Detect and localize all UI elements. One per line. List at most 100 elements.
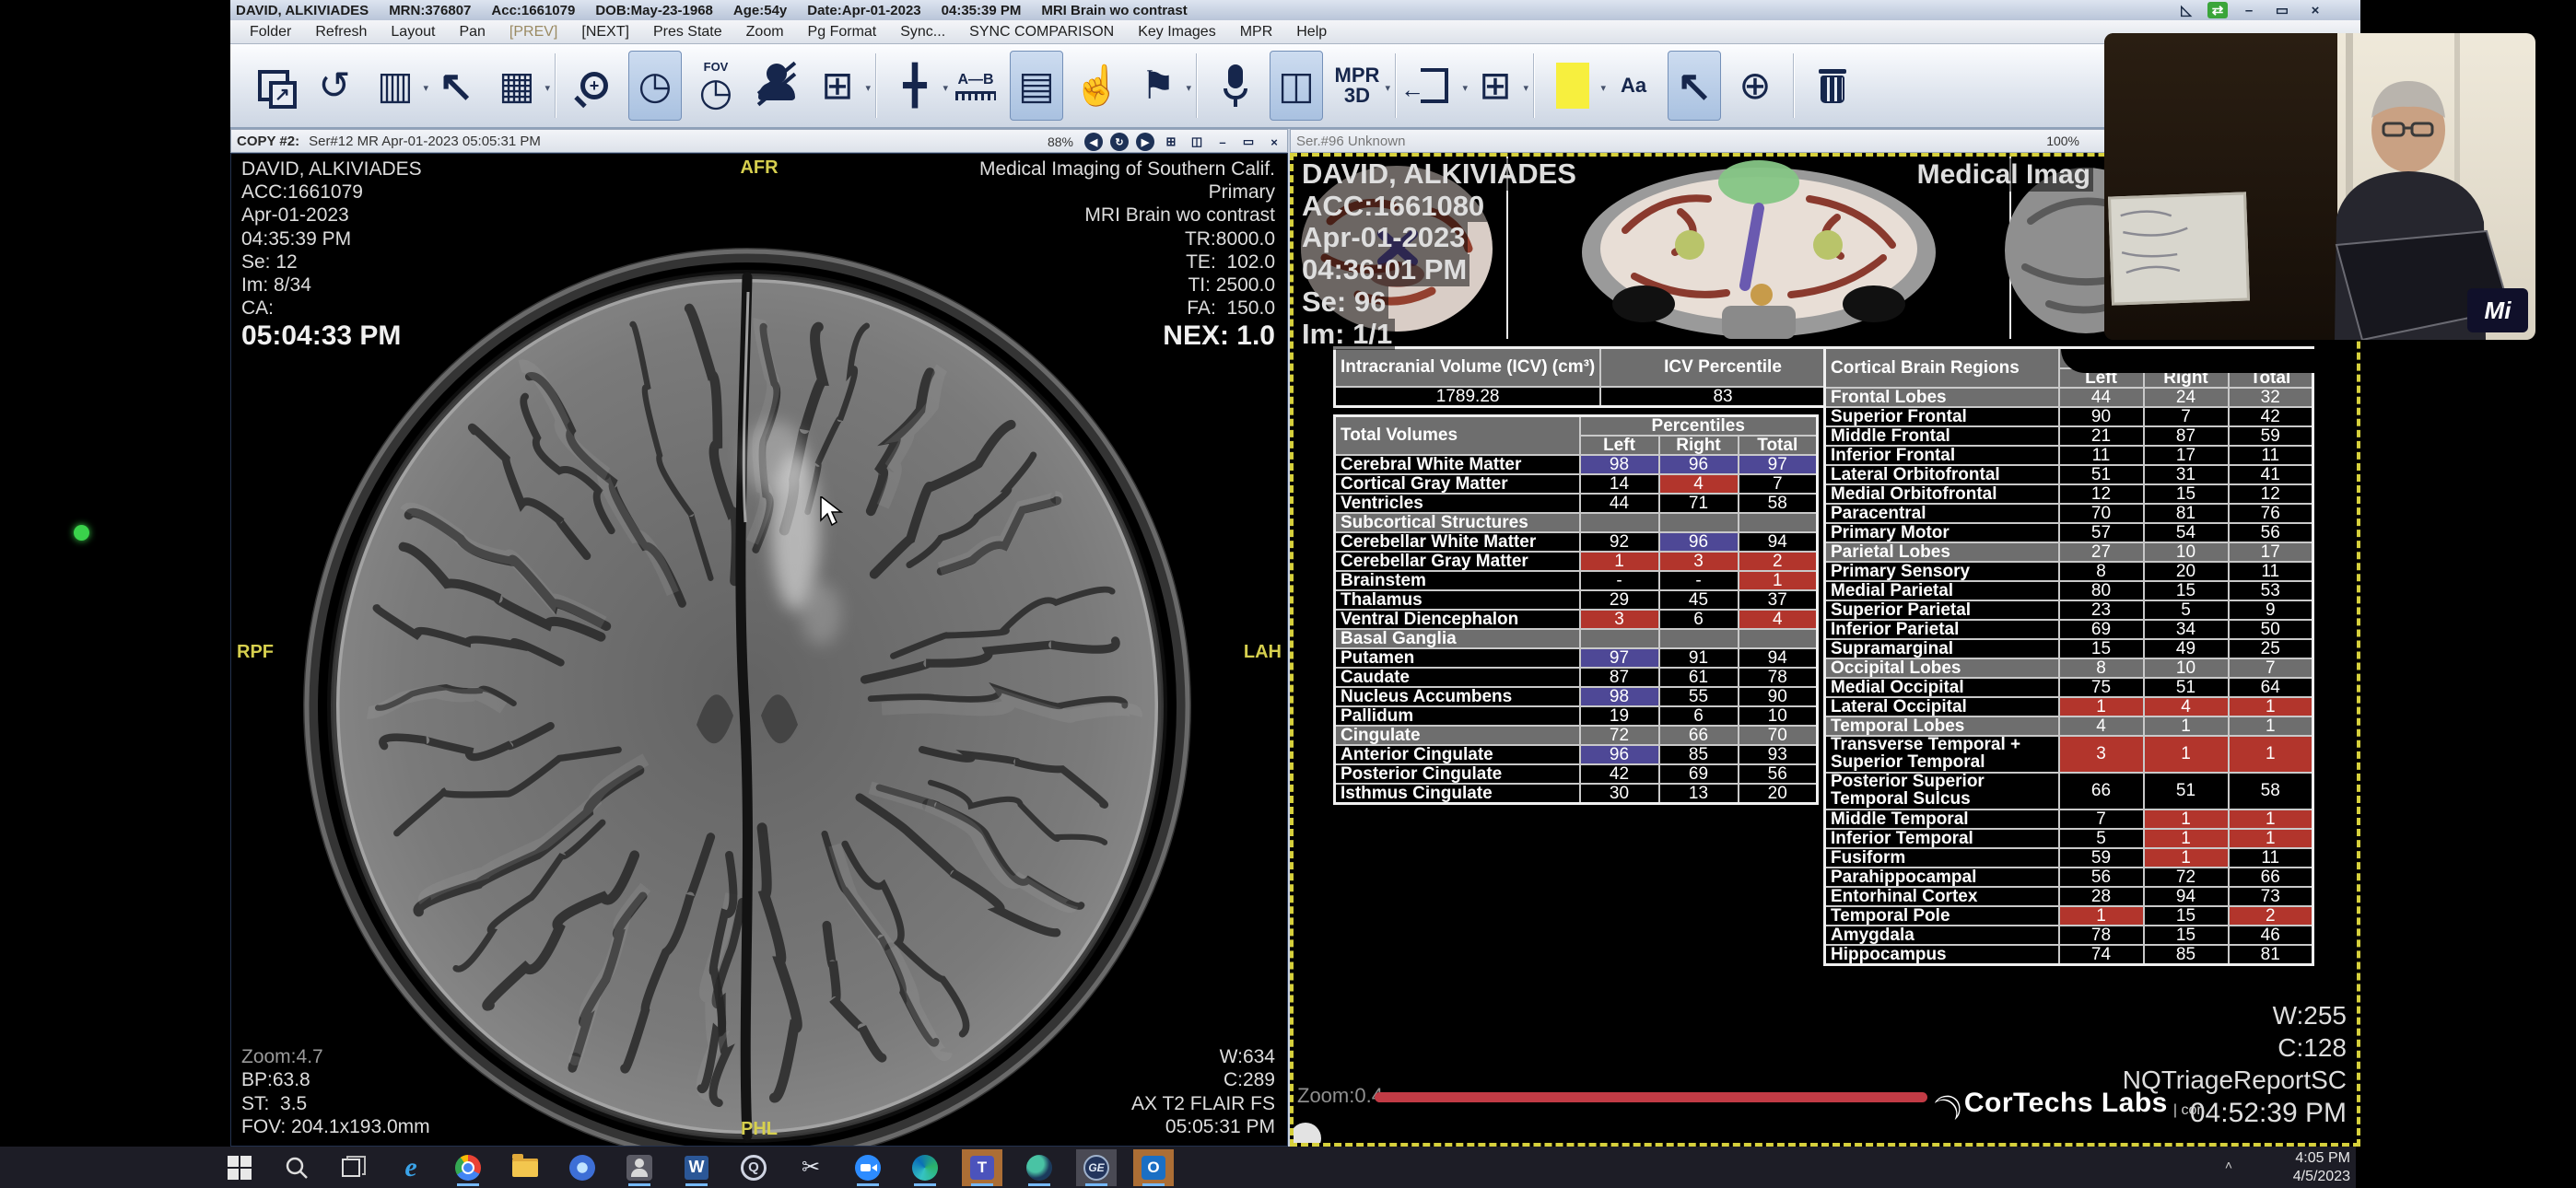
dropdown-caret-icon[interactable]: ▾	[1600, 82, 1606, 94]
report-panel-icon[interactable]: ▤	[1010, 51, 1063, 121]
vp-maximize-button[interactable]: ▭	[1239, 133, 1258, 151]
quicktime-icon[interactable]: Q	[733, 1149, 774, 1186]
contacts-app-icon[interactable]	[619, 1149, 660, 1186]
slider-handle[interactable]	[1290, 1123, 1321, 1147]
dropdown-caret-icon[interactable]: ▾	[1186, 82, 1191, 94]
hanging-protocol-icon[interactable]: ⊞▾	[811, 51, 864, 121]
percentile-cell: 96	[1659, 532, 1739, 552]
series-layout-icon[interactable]: ▦▾	[490, 51, 544, 121]
dropdown-caret-icon[interactable]: ▾	[423, 82, 428, 94]
highlight-color-swatch[interactable]: ▾	[1546, 51, 1599, 121]
layout-columns-icon[interactable]: ▥▾	[369, 51, 422, 121]
percentile-cell: 17	[2144, 446, 2229, 465]
taskbar-clock[interactable]: 4:05 PM 4/5/2023	[2293, 1149, 2350, 1186]
viewport-copy-label: COPY #2:	[237, 134, 299, 149]
bookmark-icon[interactable]: ⚑▾	[1131, 51, 1185, 121]
hanging-protocol-icon: ⊞	[821, 66, 853, 105]
text-annotation-icon[interactable]: Aa	[1607, 51, 1660, 121]
rotate-layout-icon[interactable]: ⊞▾	[1469, 51, 1522, 121]
approve-icon[interactable]: ☝	[1071, 51, 1124, 121]
zoom-tool-icon[interactable]: +	[568, 51, 621, 121]
minimize-button[interactable]: –	[2237, 2, 2261, 18]
mri-image-area[interactable]: DAVID, ALKIVIADESACC:1661079Apr-01-20230…	[230, 153, 1288, 1147]
file-explorer-icon[interactable]	[505, 1149, 545, 1186]
search-icon[interactable]	[276, 1149, 317, 1186]
popout-icon[interactable]: ◫	[1188, 133, 1206, 151]
menu-item-zoom[interactable]: Zoom	[734, 24, 796, 41]
arrow-annotation-icon[interactable]: ↖	[1668, 51, 1721, 121]
toolbar-separator	[555, 53, 556, 118]
axes-icon[interactable]: ╋▾	[888, 51, 942, 121]
table-row: Putamen979194	[1335, 648, 1818, 668]
dropdown-caret-icon[interactable]: ▾	[865, 82, 871, 94]
menu-item-synccomparison[interactable]: SYNC COMPARISON	[957, 24, 1126, 41]
dropdown-caret-icon[interactable]: ▾	[544, 82, 550, 94]
task-view-icon[interactable]	[334, 1149, 374, 1186]
annotation-tool-icon[interactable]: ◺	[2174, 2, 2198, 18]
dropdown-caret-icon[interactable]: ▾	[1385, 82, 1390, 94]
delete-icon[interactable]	[1806, 51, 1859, 121]
next-image-button[interactable]: ▶	[1136, 133, 1154, 151]
ellipse-annotation-icon[interactable]: ⊕	[1728, 51, 1782, 121]
pacs-app-icon[interactable]: GE	[1076, 1149, 1117, 1186]
menu-item-sync[interactable]: Sync...	[888, 24, 957, 41]
left-viewport-header[interactable]: COPY #2: Ser#12 MR Apr-01-2023 05:05:31 …	[230, 129, 1288, 153]
tile-layout-icon[interactable]: ⊞	[1162, 133, 1180, 151]
zoom-app-icon[interactable]	[848, 1149, 888, 1186]
snipping-tool-icon[interactable]: ✂	[790, 1149, 831, 1186]
start-button[interactable]	[219, 1149, 260, 1186]
outlook-icon[interactable]: O	[1133, 1149, 1174, 1186]
menu-item-mpr[interactable]: MPR	[1228, 24, 1285, 41]
swap-image-icon[interactable]: ↗	[247, 51, 300, 121]
progress-bar[interactable]	[1375, 1092, 1927, 1102]
dictation-mic-icon[interactable]	[1209, 51, 1262, 121]
compare-panels-icon[interactable]: ◫	[1270, 51, 1323, 121]
edge-icon[interactable]	[905, 1149, 945, 1186]
hide-patient-info-icon[interactable]	[750, 51, 803, 121]
table-row: Primary Motor575456	[1825, 523, 2313, 542]
close-button[interactable]: ×	[2303, 2, 2327, 18]
percentile-cell: 44	[1580, 494, 1659, 513]
menu-item-folder[interactable]: Folder	[238, 24, 303, 41]
compare-panels-icon: ◫	[1278, 66, 1315, 105]
cine-clock-icon[interactable]: ◷	[628, 51, 682, 121]
word-icon[interactable]: W	[676, 1149, 717, 1186]
export-icon[interactable]: ←▾	[1408, 51, 1461, 121]
teams-icon[interactable]: T	[962, 1149, 1002, 1186]
dropdown-caret-icon[interactable]: ▾	[943, 82, 948, 94]
menu-item-keyimages[interactable]: Key Images	[1126, 24, 1227, 41]
tray-chevron-icon[interactable]: ˄	[2225, 1158, 2232, 1172]
mpr-3d-button[interactable]: MPR3D▾	[1330, 51, 1384, 121]
menu-item-refresh[interactable]: Refresh	[303, 24, 379, 41]
vp-minimize-button[interactable]: –	[1213, 133, 1232, 151]
dropdown-caret-icon[interactable]: ▾	[1462, 82, 1468, 94]
menu-item-presstate[interactable]: Pres State	[641, 24, 734, 41]
menu-item-help[interactable]: Help	[1284, 24, 1339, 41]
sync-icon[interactable]: ⇄	[2207, 2, 2228, 18]
overlay-line: W:255	[2270, 999, 2349, 1031]
vp-close-button[interactable]: ×	[1265, 133, 1283, 151]
menu-item-layout[interactable]: Layout	[379, 24, 447, 41]
internet-explorer-icon[interactable]: e	[391, 1149, 431, 1186]
dropdown-caret-icon[interactable]: ▾	[1523, 82, 1528, 94]
percentile-cell: 59	[2059, 848, 2144, 868]
sync-series-button[interactable]: ↻	[1110, 133, 1129, 151]
prev-image-button[interactable]: ◀	[1084, 133, 1103, 151]
facility-name: Medical Imag	[1914, 158, 2093, 192]
overlay-line: Im: 1/1	[1299, 319, 1395, 351]
percentile-cell: 12	[2059, 484, 2144, 504]
menu-item-pgformat[interactable]: Pg Format	[796, 24, 889, 41]
reset-rotate-icon[interactable]: ↺	[308, 51, 361, 121]
cursor-tool-icon[interactable]: ↖	[429, 51, 483, 121]
fov-clock-icon[interactable]: FOV◷	[689, 51, 743, 121]
maximize-button[interactable]: ▭	[2270, 2, 2294, 18]
arrow-annotation-icon: ↖	[1677, 64, 1713, 107]
webex-icon[interactable]	[1019, 1149, 1060, 1186]
menu-item-pan[interactable]: Pan	[447, 24, 497, 41]
percentile-cell: 3	[1580, 610, 1659, 629]
chrome-icon[interactable]	[448, 1149, 488, 1186]
menu-item-prev[interactable]: [PREV]	[498, 24, 569, 41]
menu-item-next[interactable]: [NEXT]	[569, 24, 641, 41]
measure-icon[interactable]: A—B	[949, 51, 1002, 121]
photos-app-icon[interactable]	[562, 1149, 603, 1186]
